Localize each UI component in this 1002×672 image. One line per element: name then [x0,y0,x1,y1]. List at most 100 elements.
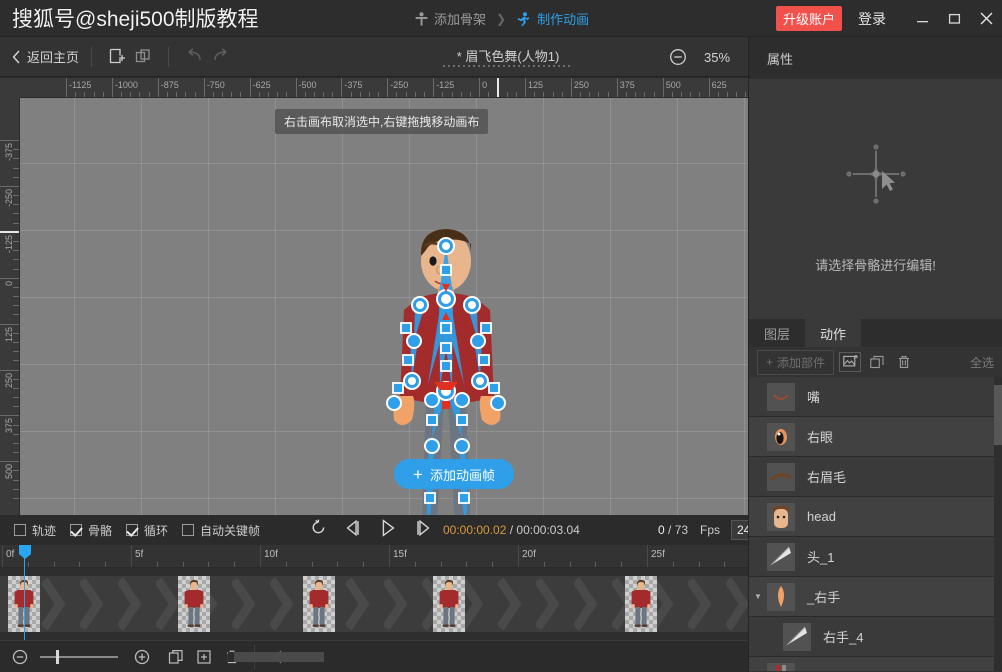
tab-actions[interactable]: 动作 [805,319,862,347]
ruler-cursor-marker [497,78,499,97]
ruler-tick [0,369,19,371]
checkbox-loop[interactable]: 循环 [126,522,168,539]
ruler-minor-tick [726,92,728,97]
breadcrumb-item-animation[interactable]: 制作动画 [516,9,589,28]
tab-layers[interactable]: 图层 [749,319,805,347]
title-bar: 搜狐号@sheji500制版教程 添加骨架 ❯ 制作动画 升级账户 登录 [0,0,1002,37]
group-icon[interactable] [866,352,888,372]
character-rig[interactable] [20,98,748,515]
timeline-minor-tick [595,562,597,567]
ruler-corner [0,78,20,98]
ruler-minor-tick [13,442,19,444]
add-frame-icon[interactable] [192,645,216,669]
layer-row[interactable]: head [749,497,1002,537]
ruler-minor-tick [258,92,260,97]
ruler-label: -875 [160,80,179,90]
timeline-scrollbar[interactable] [228,651,728,662]
replay-icon[interactable] [310,519,327,541]
duplicate-icon[interactable] [130,44,156,70]
back-to-home-button[interactable]: 返回主页 [12,47,79,66]
layer-row[interactable]: 右手_4 [749,617,1002,657]
chevron-right-icon: ❯ [496,11,507,26]
trash-icon[interactable] [893,352,915,372]
minimize-button[interactable] [906,0,938,37]
keyframe-thumbnail[interactable] [433,576,465,632]
ruler-minor-tick [460,92,462,97]
keyframe-thumbnail[interactable] [303,576,335,632]
layer-name: head [807,509,836,524]
layers-list[interactable]: 嘴右眼右眉毛 head 头_1 ▼ _右手右手_4 ▼右臂 [749,377,1002,671]
layer-row[interactable]: 头_1 [749,537,1002,577]
layer-row[interactable]: 右眉毛 [749,457,1002,497]
timeline-scrollbar-thumb[interactable] [234,651,324,662]
timeline-track[interactable] [0,568,748,640]
layer-row[interactable]: ▼ _右手 [749,577,1002,617]
timeline-zoom-slider[interactable] [40,649,118,664]
redo-icon[interactable] [207,44,233,70]
close-button[interactable] [970,0,1002,37]
ruler-minor-tick [13,296,19,298]
layer-thumbnail [767,382,795,411]
upgrade-account-button[interactable]: 升级账户 [775,6,842,31]
checkbox-auto-keyframe[interactable]: 自动关键帧 [182,522,260,539]
ruler-minor-tick [717,92,719,97]
timeline-playhead[interactable] [24,545,25,640]
play-icon[interactable] [379,518,397,542]
ruler-minor-tick [488,92,490,97]
ruler-label: -625 [252,80,271,90]
copy-frame-icon[interactable] [164,645,188,669]
layer-thumbnail [767,542,795,571]
add-part-button[interactable]: + 添加部件 [757,349,835,375]
ruler-minor-tick [75,92,77,97]
login-button[interactable]: 登录 [858,9,886,29]
timeline-tick [131,545,132,567]
ruler-minor-tick [13,167,19,169]
breadcrumb-item-skeleton[interactable]: 添加骨架 [415,9,486,28]
layers-scrollbar-thumb[interactable] [994,385,1002,445]
maximize-button[interactable] [938,0,970,37]
ruler-minor-tick [231,92,233,97]
timeline-tick-label: 10f [264,549,278,560]
animation-canvas[interactable] [20,98,748,515]
checkbox-bones[interactable]: 骨骼 [70,522,112,539]
ruler-tick [387,78,389,97]
vertical-ruler[interactable]: -375 -250 -125 0 125 250 375 500 [0,78,20,515]
timeline-zoom-out-icon[interactable] [8,645,32,669]
add-animation-frame-button[interactable]: + 添加动画帧 [394,459,514,489]
checkbox-loop-box[interactable] [126,524,139,536]
new-file-icon[interactable] [104,44,130,70]
ruler-minor-tick [13,305,19,307]
layer-row[interactable]: ▼右臂 [749,657,1002,671]
layer-row[interactable]: 嘴 [749,377,1002,417]
checkbox-trajectory-box[interactable] [14,524,26,536]
horizontal-ruler[interactable]: -1125 -1000 -875 -750 -625 -500 -375 -250 -125 0 1… [0,78,748,98]
timeline-zoom-slider-knob[interactable] [56,649,59,664]
keyframe-thumbnail[interactable] [625,576,657,632]
timeline-ruler[interactable]: 0f 5f 10f 15f 20f 25f [0,545,748,568]
zoom-level-value[interactable]: 35% [700,50,734,65]
checkbox-auto-keyframe-box[interactable] [182,524,195,536]
checkbox-bones-box[interactable] [70,524,83,536]
layer-thumbnail [767,662,795,671]
ruler-tick [111,78,113,97]
import-image-icon[interactable] [839,352,862,372]
chevron-down-icon[interactable]: ▼ [749,592,767,601]
timeline-minor-tick [156,562,158,567]
zoom-out-icon[interactable] [665,44,691,70]
checkbox-trajectory[interactable]: 轨迹 [14,522,56,539]
select-all-button[interactable]: 全选 [970,354,994,371]
layers-scrollbar[interactable] [994,377,1002,671]
total-frames: 73 [674,523,689,537]
ruler-tick [295,78,297,97]
step-forward-icon[interactable] [414,519,432,541]
keyframe-thumbnail[interactable] [178,576,210,632]
timeline-zoom-in-icon[interactable] [130,645,154,669]
ruler-label: 0 [4,280,14,286]
layer-row[interactable]: 右眼 [749,417,1002,457]
ruler-label: -125 [436,80,455,90]
timeline-tick [389,545,390,567]
step-back-icon[interactable] [344,519,362,541]
ruler-minor-tick [13,360,19,362]
ruler-minor-tick [13,250,19,252]
undo-icon[interactable] [181,44,207,70]
